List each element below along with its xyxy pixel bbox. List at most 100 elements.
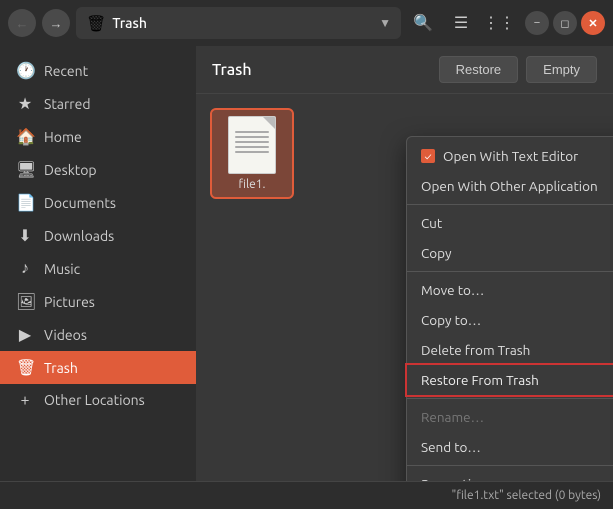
location-label: Trash (112, 15, 373, 31)
starred-icon: ★ (16, 94, 34, 113)
downloads-icon: ⬇ (16, 226, 34, 245)
title-bar: ← → 🗑 Trash ▼ 🔍 ☰ ⋮⋮ − ◻ ✕ (0, 0, 613, 46)
recent-icon: 🕐 (16, 61, 34, 80)
ctx-label-move-to: Move to… (421, 282, 484, 298)
ctx-label-delete-trash: Delete from Trash (421, 342, 530, 358)
sidebar-item-documents[interactable]: 📄 Documents (0, 186, 196, 219)
other-locations-icon: + (16, 391, 34, 409)
ctx-item-left-properties: Properties (421, 476, 484, 481)
sidebar-item-label-downloads: Downloads (44, 228, 114, 244)
ctx-send-to[interactable]: Send to… (407, 432, 613, 462)
ctx-label-properties: Properties (421, 476, 484, 481)
ctx-checkbox-open-editor: ✓ (421, 149, 435, 163)
sidebar: 🕐 Recent ★ Starred 🏠 Home 🖥 Desktop 📄 Do… (0, 46, 196, 481)
empty-button[interactable]: Empty (526, 56, 597, 83)
file-icon (228, 116, 276, 174)
file-line-3 (235, 141, 269, 143)
sidebar-item-label-starred: Starred (44, 96, 91, 112)
file-line-4 (235, 146, 269, 148)
sidebar-item-downloads[interactable]: ⬇ Downloads (0, 219, 196, 252)
sidebar-item-label-videos: Videos (44, 327, 87, 343)
ctx-label-restore-trash: Restore From Trash (421, 372, 539, 388)
file-line-1 (235, 131, 269, 133)
ctx-item-left-other-app: Open With Other Application (421, 178, 598, 194)
ctx-label-copy-to: Copy to… (421, 312, 481, 328)
view-list-button[interactable]: ☰ (445, 7, 477, 39)
sidebar-item-starred[interactable]: ★ Starred (0, 87, 196, 120)
ctx-label-open-editor: Open With Text Editor (443, 148, 578, 164)
sidebar-item-desktop[interactable]: 🖥 Desktop (0, 153, 196, 186)
search-button[interactable]: 🔍 (407, 7, 439, 39)
restore-button[interactable]: Restore (439, 56, 519, 83)
content-area: Trash Restore Empty file1. (196, 46, 613, 481)
ctx-copy-to[interactable]: Copy to… (407, 305, 613, 335)
ctx-move-to[interactable]: Move to… (407, 275, 613, 305)
ctx-open-text-editor[interactable]: ✓ Open With Text Editor Return (407, 141, 613, 171)
sidebar-item-label-desktop: Desktop (44, 162, 97, 178)
content-title: Trash (212, 61, 252, 79)
header-buttons: Restore Empty (439, 56, 597, 83)
ctx-item-left-move: Move to… (421, 282, 484, 298)
ctx-properties[interactable]: Properties Ctrl+I (407, 469, 613, 481)
ctx-delete-trash[interactable]: Delete from Trash Delete (407, 335, 613, 365)
maximize-button[interactable]: ◻ (553, 11, 577, 35)
ctx-separator-2 (407, 271, 613, 272)
music-icon: ♪ (16, 259, 34, 278)
ctx-label-other-app: Open With Other Application (421, 178, 598, 194)
pictures-icon: 🖼 (16, 292, 34, 311)
content-header: Trash Restore Empty (196, 46, 613, 94)
sidebar-item-pictures[interactable]: 🖼 Pictures (0, 285, 196, 318)
file-line-5 (235, 151, 269, 153)
ctx-item-left-restore: Restore From Trash (421, 372, 539, 388)
desktop-icon: 🖥 (16, 160, 34, 179)
ctx-item-left-send: Send to… (421, 439, 481, 455)
ctx-separator-1 (407, 204, 613, 205)
ctx-item-left-open-editor: ✓ Open With Text Editor (421, 148, 578, 164)
ctx-open-other-app[interactable]: Open With Other Application (407, 171, 613, 201)
ctx-label-send-to: Send to… (421, 439, 481, 455)
ctx-item-left-copy-to: Copy to… (421, 312, 481, 328)
ctx-rename: Rename… F2 (407, 402, 613, 432)
sidebar-item-trash[interactable]: 🗑 Trash (0, 351, 196, 384)
ctx-item-left-cut: Cut (421, 215, 442, 231)
file-name: file1. (239, 178, 266, 191)
sidebar-item-recent[interactable]: 🕐 Recent (0, 54, 196, 87)
status-text: "file1.txt" selected (0 bytes) (452, 489, 601, 502)
window-controls: − ◻ ✕ (525, 11, 605, 35)
file-item[interactable]: file1. (212, 110, 292, 197)
location-bar: 🗑 Trash ▼ (76, 7, 401, 39)
context-menu: ✓ Open With Text Editor Return Open With… (406, 136, 613, 481)
location-dropdown-icon[interactable]: ▼ (379, 16, 391, 30)
ctx-label-copy: Copy (421, 245, 452, 261)
sidebar-item-home[interactable]: 🏠 Home (0, 120, 196, 153)
sidebar-item-label-documents: Documents (44, 195, 116, 211)
trash-icon: 🗑 (16, 358, 34, 377)
documents-icon: 📄 (16, 193, 34, 212)
ctx-cut[interactable]: Cut Ctrl+X (407, 208, 613, 238)
sidebar-item-label-home: Home (44, 129, 82, 145)
sidebar-item-videos[interactable]: ▶ Videos (0, 318, 196, 351)
sidebar-item-music[interactable]: ♪ Music (0, 252, 196, 285)
ctx-item-left-delete: Delete from Trash (421, 342, 530, 358)
close-button[interactable]: ✕ (581, 11, 605, 35)
file-icon-lines (235, 131, 269, 156)
sidebar-item-label-music: Music (44, 261, 80, 277)
view-options-button[interactable]: ⋮⋮ (483, 7, 515, 39)
sidebar-item-label-recent: Recent (44, 63, 88, 79)
sidebar-item-other-locations[interactable]: + Other Locations (0, 384, 196, 416)
main-layout: 🕐 Recent ★ Starred 🏠 Home 🖥 Desktop 📄 Do… (0, 46, 613, 481)
home-icon: 🏠 (16, 127, 34, 146)
ctx-restore-trash[interactable]: Restore From Trash (407, 365, 613, 395)
videos-icon: ▶ (16, 325, 34, 344)
ctx-separator-4 (407, 465, 613, 466)
forward-button[interactable]: → (42, 9, 70, 37)
ctx-copy[interactable]: Copy Ctrl+C (407, 238, 613, 268)
back-button[interactable]: ← (8, 9, 36, 37)
ctx-label-rename: Rename… (421, 409, 484, 425)
sidebar-item-label-trash: Trash (44, 360, 78, 376)
status-bar: "file1.txt" selected (0 bytes) (0, 481, 613, 509)
ctx-label-cut: Cut (421, 215, 442, 231)
minimize-button[interactable]: − (525, 11, 549, 35)
sidebar-item-label-other: Other Locations (44, 392, 145, 408)
ctx-separator-3 (407, 398, 613, 399)
